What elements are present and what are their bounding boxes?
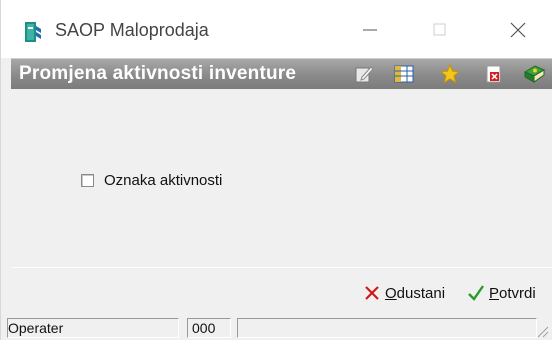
activity-flag-row[interactable]: Oznaka aktivnosti: [81, 172, 222, 189]
confirm-button-label: Potvrdi: [489, 285, 536, 302]
saop-app-icon: [25, 22, 41, 42]
favorite-star-icon[interactable]: [439, 63, 461, 85]
maximize-button[interactable]: [417, 10, 463, 50]
app-window: SAOP Maloprodaja Promjena aktivnosti inv…: [0, 0, 552, 340]
cancel-button-label: Odustani: [385, 285, 445, 302]
module-title: Promjena aktivnosti inventure: [19, 63, 297, 84]
title-bar[interactable]: SAOP Maloprodaja: [1, 0, 552, 58]
confirm-check-icon: [468, 285, 484, 301]
minimize-icon: [363, 29, 377, 31]
cancel-label-rest: dustani: [396, 284, 446, 302]
status-extra: [237, 318, 537, 338]
delete-document-icon[interactable]: [483, 63, 505, 85]
edit-icon[interactable]: [353, 63, 375, 85]
form-content: Oznaka aktivnosti: [11, 89, 552, 267]
status-operator: Operater: [7, 318, 179, 338]
cancel-button[interactable]: Odustani: [363, 282, 445, 304]
confirm-button[interactable]: Potvrdi: [467, 282, 536, 304]
close-button[interactable]: [495, 10, 541, 50]
cancel-x-icon: [365, 286, 379, 300]
cancel-mnemonic: O: [385, 284, 397, 302]
activity-flag-checkbox[interactable]: [81, 174, 94, 187]
help-book-icon[interactable]: [523, 63, 545, 85]
status-code: 000: [187, 318, 231, 338]
close-icon: [510, 22, 526, 38]
module-header: Promjena aktivnosti inventure: [11, 58, 552, 90]
status-bar: Operater 000: [7, 316, 552, 340]
confirm-mnemonic: P: [489, 284, 500, 302]
confirm-label-rest: otvrdi: [499, 284, 536, 302]
maximize-icon: [433, 23, 446, 36]
minimize-button[interactable]: [347, 10, 393, 50]
window-title: SAOP Maloprodaja: [55, 20, 209, 40]
resize-grip-icon[interactable]: [535, 324, 549, 338]
button-bar: Odustani Potvrdi: [11, 267, 552, 314]
activity-flag-label[interactable]: Oznaka aktivnosti: [104, 172, 222, 189]
grid-columns-icon[interactable]: [393, 63, 415, 85]
